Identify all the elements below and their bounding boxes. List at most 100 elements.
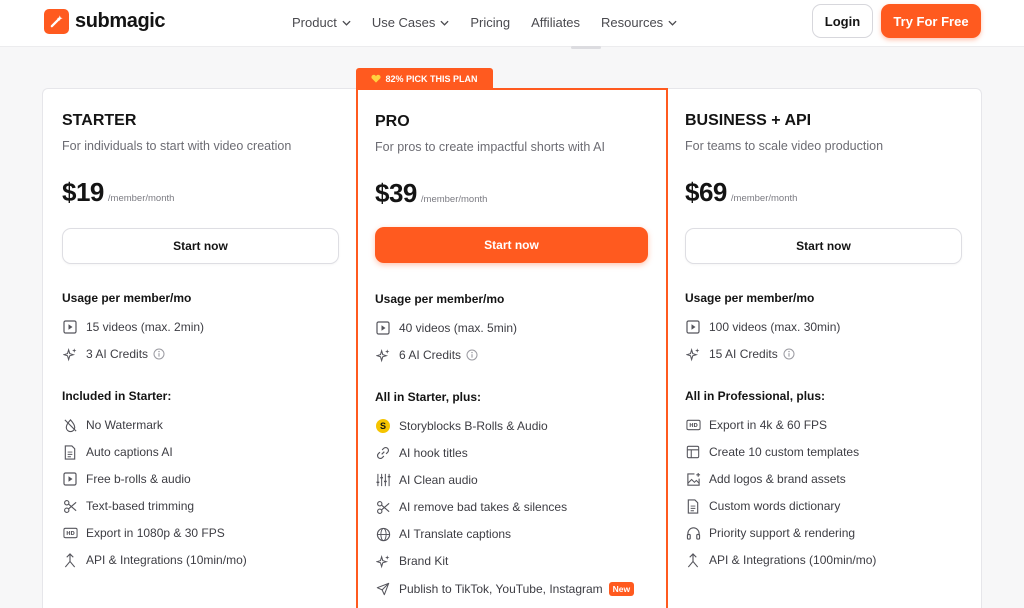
feature-text: Add logos & brand assets xyxy=(709,472,846,486)
price-period: /member/month xyxy=(730,193,798,204)
feature-text: API & Integrations (10min/mo) xyxy=(86,553,247,567)
brand-name: submagic xyxy=(75,10,166,32)
storyblocks-logo-icon: S xyxy=(375,418,391,434)
merge-arrow-icon xyxy=(62,552,78,568)
feature-item: Priority support & rendering xyxy=(685,525,855,541)
send-icon xyxy=(375,581,391,597)
feature-text: AI hook titles xyxy=(399,446,468,460)
plan-name: BUSINESS + API xyxy=(685,112,812,129)
play-square-icon xyxy=(62,471,78,487)
usage-title: Usage per member/mo xyxy=(685,291,815,305)
feature-item: API & Integrations (10min/mo) xyxy=(62,552,247,568)
feature-item: HD Export in 1080p & 30 FPS xyxy=(62,525,225,541)
try-for-free-button[interactable]: Try For Free xyxy=(881,4,981,38)
hd-icon: HD xyxy=(62,525,78,541)
nav-item-pricing[interactable]: Pricing xyxy=(470,15,510,30)
feature-item: AI Clean audio xyxy=(375,472,478,488)
globe-icon xyxy=(375,526,391,542)
sparkles-icon xyxy=(375,347,391,363)
submagic-logo-icon xyxy=(44,9,69,34)
chevron-down-icon xyxy=(342,20,351,26)
usage-item: 6 AI Credits xyxy=(375,347,478,363)
included-title: Included in Starter: xyxy=(62,389,172,403)
info-icon[interactable] xyxy=(783,348,795,360)
start-now-button[interactable]: Start now xyxy=(62,228,339,264)
usage-item: 100 videos (max. 30min) xyxy=(685,319,840,335)
info-icon[interactable] xyxy=(153,348,165,360)
price-period: /member/month xyxy=(420,194,488,205)
plan-description: For pros to create impactful shorts with… xyxy=(375,140,605,154)
feature-item: S Storyblocks B-Rolls & Audio xyxy=(375,418,548,434)
feature-text: Auto captions AI xyxy=(86,445,173,459)
svg-text:HD: HD xyxy=(689,423,698,429)
feature-text: Priority support & rendering xyxy=(709,526,856,540)
nav-item-label: Pricing xyxy=(470,15,511,30)
usage-item: 3 AI Credits xyxy=(62,346,165,362)
plan-price: $69 xyxy=(685,177,727,207)
svg-text:HD: HD xyxy=(66,531,75,537)
document-icon xyxy=(62,444,78,460)
play-square-icon xyxy=(62,319,78,335)
chevron-down-icon xyxy=(668,20,677,26)
nav-item-use-cases[interactable]: Use Cases xyxy=(372,15,450,30)
feature-item: Publish to TikTok, YouTube, Instagram Ne… xyxy=(375,581,635,597)
start-now-button[interactable]: Start now xyxy=(685,228,962,264)
feature-text: Export in 1080p & 30 FPS xyxy=(86,526,225,540)
included-title: All in Professional, plus: xyxy=(685,389,826,403)
price-row: $19 /member/month xyxy=(62,177,174,208)
nav-item-label: Resources xyxy=(601,15,664,30)
feature-item: Add logos & brand assets xyxy=(685,471,846,487)
play-square-icon xyxy=(375,320,391,336)
new-badge: New xyxy=(608,582,635,596)
sparkles-icon xyxy=(375,553,391,569)
headphones-icon xyxy=(685,525,701,541)
scissors-icon xyxy=(62,498,78,514)
usage-text: 100 videos (max. 30min) xyxy=(709,320,841,334)
scissors-icon xyxy=(375,499,391,515)
included-title: All in Starter, plus: xyxy=(375,390,482,404)
section-scroll-indicator xyxy=(571,46,601,49)
feature-text: Storyblocks B-Rolls & Audio xyxy=(399,419,548,433)
feature-item: API & Integrations (100min/mo) xyxy=(685,552,876,568)
feature-item: No Watermark xyxy=(62,417,163,433)
link-icon xyxy=(375,445,391,461)
feature-text: Free b-rolls & audio xyxy=(86,472,191,486)
usage-title: Usage per member/mo xyxy=(62,291,192,305)
plan-description: For teams to scale video production xyxy=(685,139,884,153)
document-icon xyxy=(685,498,701,514)
usage-item: 15 videos (max. 2min) xyxy=(62,319,204,335)
feature-item: Free b-rolls & audio xyxy=(62,471,191,487)
usage-title: Usage per member/mo xyxy=(375,292,505,306)
merge-arrow-icon xyxy=(685,552,701,568)
plan-price: $39 xyxy=(375,178,417,208)
price-row: $69 /member/month xyxy=(685,177,797,208)
image-plus-icon xyxy=(685,471,701,487)
nav-item-product[interactable]: Product xyxy=(292,15,351,30)
info-icon[interactable] xyxy=(466,349,478,361)
usage-text: 15 AI Credits xyxy=(709,347,778,361)
no-watermark-icon xyxy=(62,417,78,433)
nav-item-label: Affiliates xyxy=(531,15,581,30)
nav-item-affiliates[interactable]: Affiliates xyxy=(531,15,580,30)
feature-text: API & Integrations (100min/mo) xyxy=(709,553,877,567)
brand-logo[interactable]: submagic xyxy=(44,9,166,34)
plan-price: $19 xyxy=(62,177,104,207)
feature-text: AI Clean audio xyxy=(399,473,478,487)
start-now-button[interactable]: Start now xyxy=(375,227,648,263)
feature-item: Brand Kit xyxy=(375,553,448,569)
feature-item: AI hook titles xyxy=(375,445,468,461)
nav-item-resources[interactable]: Resources xyxy=(601,15,677,30)
sparkles-icon xyxy=(62,346,78,362)
sparkles-icon xyxy=(685,346,701,362)
plan-card-pro: PRO For pros to create impactful shorts … xyxy=(356,88,668,608)
usage-text: 40 videos (max. 5min) xyxy=(399,321,518,335)
template-icon xyxy=(685,444,701,460)
feature-item: Custom words dictionary xyxy=(685,498,840,514)
feature-item: HD Export in 4k & 60 FPS xyxy=(685,417,827,433)
usage-item: 40 videos (max. 5min) xyxy=(375,320,517,336)
feature-text: Export in 4k & 60 FPS xyxy=(709,418,828,432)
login-button[interactable]: Login xyxy=(812,4,873,38)
heart-icon xyxy=(371,74,382,83)
feature-item: Text-based trimming xyxy=(62,498,194,514)
nav-item-label: Product xyxy=(292,15,337,30)
